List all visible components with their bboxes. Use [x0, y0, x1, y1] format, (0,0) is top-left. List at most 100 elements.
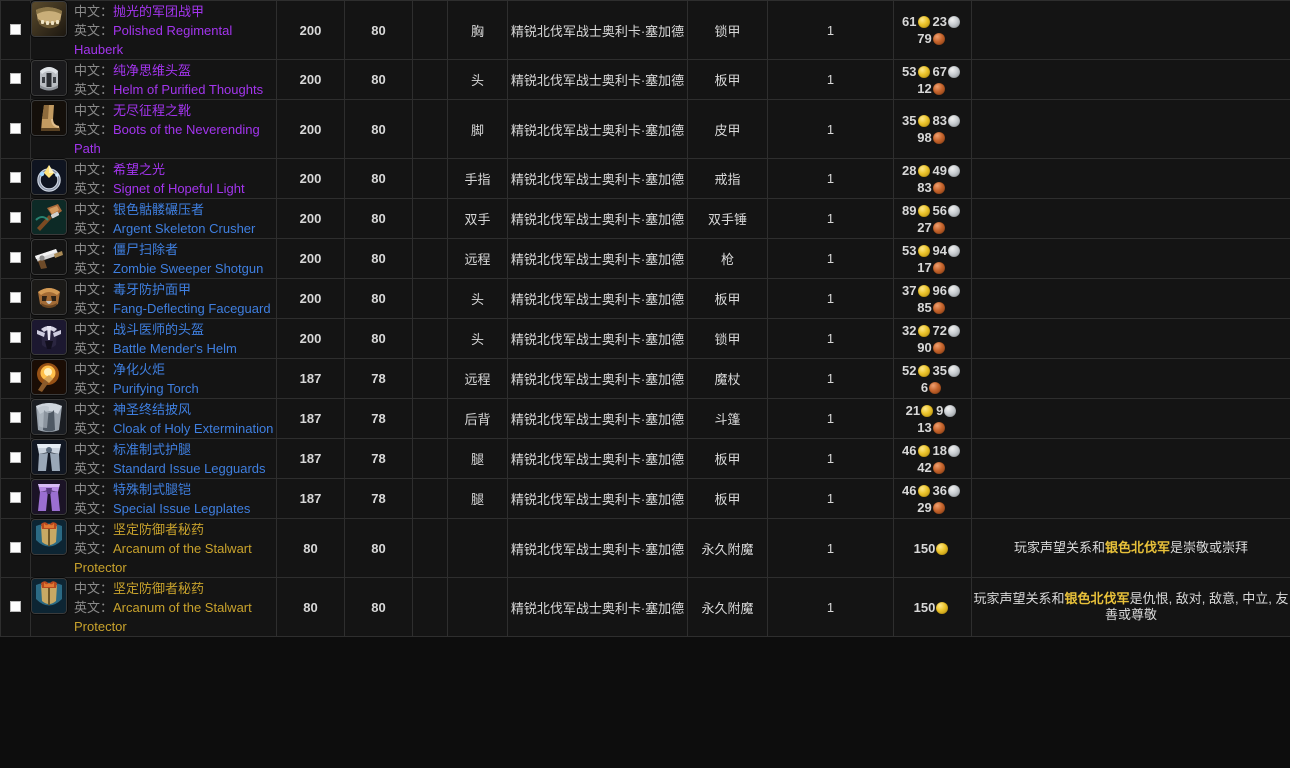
row-checkbox[interactable] [10, 372, 21, 383]
hauberk-icon[interactable] [31, 1, 67, 37]
table-row[interactable]: 中文：神圣终结披风 英文：Cloak of Holy Extermination 1… [0, 398, 1290, 439]
item-cell[interactable]: 中文：坚定防御者秘药 英文：Arcanum of the Stalwart Pro… [30, 577, 277, 637]
item-name-en[interactable]: Cloak of Holy Extermination [113, 421, 273, 436]
item-name-en[interactable]: Fang-Deflecting Faceguard [113, 301, 271, 316]
row-checkbox[interactable] [10, 212, 21, 223]
row-select-cell[interactable] [0, 158, 31, 199]
source-cell[interactable]: 精锐北伐军战士奥利卡·塞加德 [507, 478, 688, 519]
item-name-en[interactable]: Helm of Purified Thoughts [113, 82, 263, 97]
row-select-cell[interactable] [0, 99, 31, 159]
item-name-cn[interactable]: 无尽征程之靴 [113, 103, 191, 118]
boots-icon[interactable] [31, 100, 67, 136]
row-checkbox[interactable] [10, 332, 21, 343]
item-cell[interactable]: 中文：毒牙防护面甲 英文：Fang-Deflecting Faceguard [30, 278, 277, 319]
arcanum-icon[interactable] [31, 519, 67, 555]
item-cell[interactable]: 中文：标准制式护腿 英文：Standard Issue Legguards [30, 438, 277, 479]
row-checkbox[interactable] [10, 23, 21, 35]
source-cell[interactable]: 精锐北伐军战士奥利卡·塞加德 [507, 99, 688, 159]
legplates-icon[interactable] [31, 479, 67, 515]
table-row[interactable]: 中文：坚定防御者秘药 英文：Arcanum of the Stalwart Pro… [0, 577, 1290, 637]
item-name-cn[interactable]: 抛光的军团战甲 [113, 4, 204, 19]
item-name-cn[interactable]: 毒牙防护面甲 [113, 282, 191, 297]
row-checkbox[interactable] [10, 252, 21, 263]
source-cell[interactable]: 精锐北伐军战士奥利卡·塞加德 [507, 0, 688, 60]
table-row[interactable]: 中文：无尽征程之靴 英文：Boots of the Neverending Pat… [0, 99, 1290, 159]
row-checkbox[interactable] [10, 412, 21, 423]
table-row[interactable]: 中文：银色骷髅碾压者 英文：Argent Skeleton Crusher 200 8… [0, 198, 1290, 239]
row-select-cell[interactable] [0, 59, 31, 100]
table-row[interactable]: 中文：抛光的军团战甲 英文：Polished Regimental Hauberk… [0, 0, 1290, 60]
item-name-en[interactable]: Special Issue Legplates [113, 501, 250, 516]
item-cell[interactable]: 中文：坚定防御者秘药 英文：Arcanum of the Stalwart Pro… [30, 518, 277, 578]
source-cell[interactable]: 精锐北伐军战士奥利卡·塞加德 [507, 59, 688, 100]
item-name-en[interactable]: Zombie Sweeper Shotgun [113, 261, 263, 276]
source-cell[interactable]: 精锐北伐军战士奥利卡·塞加德 [507, 198, 688, 239]
item-name-en[interactable]: Argent Skeleton Crusher [113, 221, 255, 236]
faction-name[interactable]: 银色北伐军 [1065, 591, 1130, 606]
source-cell[interactable]: 精锐北伐军战士奥利卡·塞加德 [507, 278, 688, 319]
item-name-cn[interactable]: 坚定防御者秘药 [113, 581, 204, 596]
table-row[interactable]: 中文：净化火炬 英文：Purifying Torch 187 78 远程 精锐北伐军战士奥… [0, 358, 1290, 399]
item-name-cn[interactable]: 银色骷髅碾压者 [113, 202, 204, 217]
row-checkbox[interactable] [10, 600, 21, 612]
item-cell[interactable]: 中文：银色骷髅碾压者 英文：Argent Skeleton Crusher [30, 198, 277, 239]
mace-icon[interactable] [31, 199, 67, 235]
row-checkbox[interactable] [10, 541, 21, 553]
gun-icon[interactable] [31, 239, 67, 275]
row-select-cell[interactable] [0, 0, 31, 60]
row-select-cell[interactable] [0, 478, 31, 519]
table-row[interactable]: 中文：僵尸扫除者 英文：Zombie Sweeper Shotgun 200 80 远程… [0, 238, 1290, 279]
table-row[interactable]: 中文：标准制式护腿 英文：Standard Issue Legguards 187 7… [0, 438, 1290, 479]
item-name-cn[interactable]: 净化火炬 [113, 362, 165, 377]
item-cell[interactable]: 中文：特殊制式腿铠 英文：Special Issue Legplates [30, 478, 277, 519]
source-cell[interactable]: 精锐北伐军战士奥利卡·塞加德 [507, 158, 688, 199]
table-row[interactable]: 中文：战斗医师的头盔 英文：Battle Mender's Helm 200 80 头精… [0, 318, 1290, 359]
row-select-cell[interactable] [0, 518, 31, 578]
item-name-en[interactable]: Standard Issue Legguards [113, 461, 266, 476]
item-cell[interactable]: 中文：神圣终结披风 英文：Cloak of Holy Extermination [30, 398, 277, 439]
source-cell[interactable]: 精锐北伐军战士奥利卡·塞加德 [507, 358, 688, 399]
source-cell[interactable]: 精锐北伐军战士奥利卡·塞加德 [507, 518, 688, 578]
torch-icon[interactable] [31, 359, 67, 395]
arcanum-icon[interactable] [31, 578, 67, 614]
table-row[interactable]: 中文：特殊制式腿铠 英文：Special Issue Legplates 187 78… [0, 478, 1290, 519]
item-name-en[interactable]: Battle Mender's Helm [113, 341, 237, 356]
helm-icon[interactable] [31, 60, 67, 96]
source-cell[interactable]: 精锐北伐军战士奥利卡·塞加德 [507, 238, 688, 279]
source-cell[interactable]: 精锐北伐军战士奥利卡·塞加德 [507, 438, 688, 479]
row-select-cell[interactable] [0, 318, 31, 359]
item-name-cn[interactable]: 特殊制式腿铠 [113, 482, 191, 497]
item-name-en[interactable]: Signet of Hopeful Light [113, 181, 245, 196]
item-name-cn[interactable]: 坚定防御者秘药 [113, 522, 204, 537]
table-row[interactable]: 中文：坚定防御者秘药 英文：Arcanum of the Stalwart Pro… [0, 518, 1290, 578]
faceguard-icon[interactable] [31, 279, 67, 315]
item-name-cn[interactable]: 战斗医师的头盔 [113, 322, 204, 337]
item-name-en[interactable]: Purifying Torch [113, 381, 199, 396]
item-cell[interactable]: 中文：战斗医师的头盔 英文：Battle Mender's Helm [30, 318, 277, 359]
row-checkbox[interactable] [10, 452, 21, 463]
item-cell[interactable]: 中文：希望之光 英文：Signet of Hopeful Light [30, 158, 277, 199]
item-name-cn[interactable]: 纯净思维头盔 [113, 63, 191, 78]
item-name-cn[interactable]: 僵尸扫除者 [113, 242, 178, 257]
row-select-cell[interactable] [0, 577, 31, 637]
cloak-icon[interactable] [31, 399, 67, 435]
faction-name[interactable]: 银色北伐军 [1105, 540, 1170, 555]
row-select-cell[interactable] [0, 398, 31, 439]
item-cell[interactable]: 中文：僵尸扫除者 英文：Zombie Sweeper Shotgun [30, 238, 277, 279]
mender-helm-icon[interactable] [31, 319, 67, 355]
row-select-cell[interactable] [0, 358, 31, 399]
item-name-cn[interactable]: 神圣终结披风 [113, 402, 191, 417]
row-checkbox[interactable] [10, 492, 21, 503]
item-cell[interactable]: 中文：抛光的军团战甲 英文：Polished Regimental Hauberk [30, 0, 277, 60]
table-row[interactable]: 中文：毒牙防护面甲 英文：Fang-Deflecting Faceguard 200… [0, 278, 1290, 319]
item-name-cn[interactable]: 希望之光 [113, 162, 165, 177]
row-checkbox[interactable] [10, 292, 21, 303]
item-name-cn[interactable]: 标准制式护腿 [113, 442, 191, 457]
source-cell[interactable]: 精锐北伐军战士奥利卡·塞加德 [507, 398, 688, 439]
legguards-icon[interactable] [31, 439, 67, 475]
table-row[interactable]: 中文：希望之光 英文：Signet of Hopeful Light 200 80 手指… [0, 158, 1290, 199]
row-checkbox[interactable] [10, 73, 21, 84]
item-cell[interactable]: 中文：净化火炬 英文：Purifying Torch [30, 358, 277, 399]
row-select-cell[interactable] [0, 438, 31, 479]
row-checkbox[interactable] [10, 122, 21, 134]
